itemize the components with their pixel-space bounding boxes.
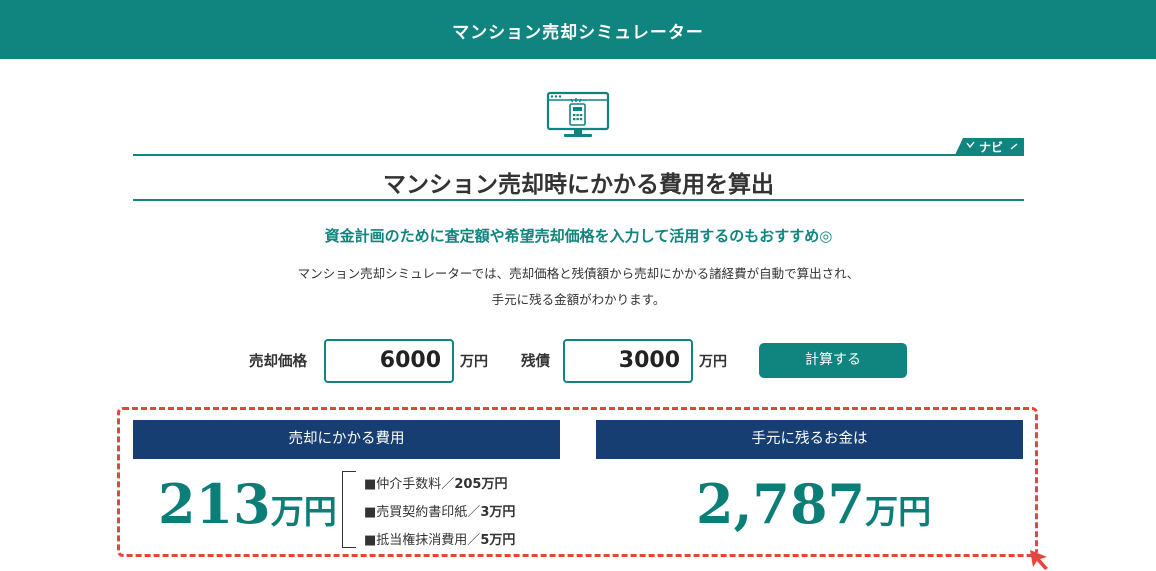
description-line-1: マンション売却シミュレーターでは、売却価格と残債額から売却にかかる諸経費が自動で…	[297, 266, 860, 281]
sale-price-label: 売却価格	[249, 354, 307, 370]
remaining-panel-header: 手元に残るお金は	[596, 420, 1023, 459]
debt-label: 残債	[521, 354, 550, 370]
cost-panel-header: 売却にかかる費用	[133, 420, 560, 459]
heading-rule-top	[133, 154, 1024, 156]
navi-badge: ナビ	[955, 138, 1024, 155]
app-title: マンション売却シミュレーター	[452, 23, 704, 43]
calculate-button[interactable]: 計算する	[759, 343, 907, 378]
breakdown-item-mortgage: ■抵当権抹消費用／5万円	[364, 533, 516, 548]
remaining-amount: 2,787万円	[696, 472, 931, 536]
breakdown-item-brokerage: ■仲介手数料／205万円	[364, 477, 508, 492]
sale-price-unit: 万円	[460, 354, 488, 370]
breakdown-bracket	[342, 471, 356, 548]
debt-input[interactable]: 3000	[563, 339, 693, 383]
subtitle: 資金計画のために査定額や希望売却価格を入力して活用するのもおすすめ◎	[324, 227, 833, 245]
sale-price-input[interactable]: 6000	[324, 339, 454, 383]
description-line-2: 手元に残る金額がわかります。	[491, 292, 666, 307]
cost-amount-value: 213	[158, 472, 271, 536]
navi-badge-label: ナビ	[979, 140, 1003, 155]
top-bar: マンション売却シミュレーター	[0, 0, 1156, 59]
calculator-monitor-icon	[546, 91, 610, 137]
heading-rule-bottom	[133, 199, 1024, 201]
cursor-arrow-icon	[1030, 550, 1048, 570]
breakdown-item-stamp: ■売買契約書印紙／3万円	[364, 505, 516, 520]
cost-amount-unit: 万円	[270, 492, 337, 531]
page-title: マンション売却時にかかる費用を算出	[383, 172, 774, 198]
remaining-amount-value: 2,787	[696, 472, 866, 536]
cost-amount: 213万円	[158, 472, 337, 536]
debt-unit: 万円	[699, 354, 727, 370]
remaining-amount-unit: 万円	[865, 492, 932, 531]
